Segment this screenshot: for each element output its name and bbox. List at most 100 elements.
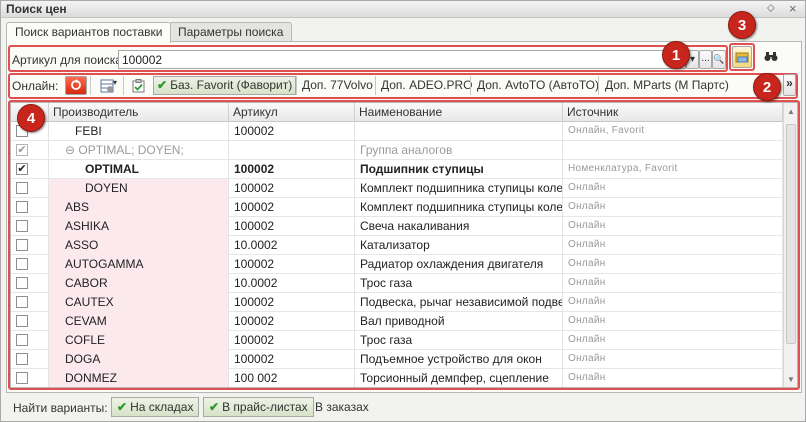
check-icon: ✔ (117, 400, 128, 414)
online-avtoto-label: Доп. AvtoTO (АвтоТО) (477, 78, 599, 92)
cell-article: 100002 (229, 198, 355, 217)
table-row[interactable]: ASSO 10.0002 Катализатор Онлайн (11, 236, 783, 255)
row-checkbox[interactable] (16, 296, 28, 308)
cell-name: Подъемное устройство для окон (355, 350, 563, 369)
table-row[interactable]: COFLE 100002 Трос газа Онлайн (11, 331, 783, 350)
cell-name (355, 122, 563, 141)
table-row[interactable]: DONMEZ 100 002 Торсионный демпфер, сцеплен… (11, 369, 783, 387)
table-row[interactable]: DOYEN 100002 Комплект подшипника ступицы к… (11, 179, 783, 198)
header-maker[interactable]: Производитель (49, 103, 229, 122)
tab-search-params[interactable]: Параметры поиска (169, 22, 293, 42)
table-row[interactable]: CABOR 10.0002 Трос газа Онлайн (11, 274, 783, 293)
grid-scrollbar[interactable]: ▲ ▼ (783, 103, 797, 387)
row-checkbox[interactable]: ✔ (16, 144, 28, 156)
cell-source: Онлайн (563, 179, 783, 198)
toolbar-overflow-button[interactable]: » (783, 74, 796, 96)
table-row[interactable]: FEBI 100002 Онлайн, Favorit (11, 122, 783, 141)
row-check-cell (11, 274, 49, 293)
find-variants-label: Найти варианты: (13, 401, 108, 415)
chevron-down-icon: ▾ (689, 54, 696, 65)
header-article[interactable]: Артикул (229, 103, 355, 122)
folder-icon (735, 52, 749, 63)
tab-supply-variants[interactable]: Поиск вариантов поставки (6, 22, 172, 43)
row-check-cell (11, 217, 49, 236)
table-row[interactable]: CAUTEX 100002 Подвеска, рычаг независимой … (11, 293, 783, 312)
pin-icon[interactable]: ⬦ (767, 2, 775, 15)
cell-source: Онлайн (563, 312, 783, 331)
row-checkbox[interactable] (16, 220, 28, 232)
header-name[interactable]: Наименование (355, 103, 563, 122)
cell-source: Онлайн (563, 293, 783, 312)
table-row[interactable]: DOGA 100002 Подъемное устройство для окон О… (11, 350, 783, 369)
scroll-up-icon[interactable]: ▲ (787, 107, 795, 116)
double-chevron-right-icon: » (786, 76, 793, 90)
online-label: Онлайн: (12, 79, 59, 93)
find-in-stock-button[interactable]: ✔ На складах (111, 397, 200, 417)
cell-maker: AUTOGAMMA (49, 255, 229, 274)
article-search-input[interactable]: 100002 (118, 50, 686, 69)
cell-article: 100002 (229, 160, 355, 179)
scroll-down-icon[interactable]: ▼ (787, 375, 795, 384)
cell-name: Торсионный демпфер, сцепление (355, 369, 563, 387)
row-checkbox[interactable] (16, 334, 28, 346)
row-check-cell (11, 293, 49, 312)
cell-article: 100002 (229, 255, 355, 274)
search-icon: 🔍 (713, 54, 725, 64)
row-check-cell (11, 198, 49, 217)
header-source[interactable]: Источник (563, 103, 783, 122)
row-checkbox[interactable] (16, 239, 28, 251)
row-checkbox[interactable]: ✔ (16, 163, 28, 175)
binoculars-button[interactable] (764, 51, 778, 65)
online-adeo-button[interactable]: Доп. ADEO.PRO (377, 76, 476, 95)
cell-article: 100002 (229, 217, 355, 236)
search-button[interactable]: 🔍 (712, 50, 726, 69)
article-search-value: 100002 (122, 53, 163, 67)
cell-source: Онлайн (563, 217, 783, 236)
online-mparts-label: Доп. MParts (М Партс) (605, 78, 729, 92)
catalog-button[interactable] (732, 46, 752, 68)
results-grid: Производитель Артикул Наименование Источ… (10, 102, 798, 388)
find-in-pricelists-label: В прайс-листах (222, 400, 308, 414)
search-more-button[interactable]: ... (699, 50, 712, 69)
callout-3: 3 (728, 11, 756, 39)
table-row[interactable]: AUTOGAMMA 100002 Радиатор охлаждения двига… (11, 255, 783, 274)
online-favorit-button[interactable]: ✔ Баз. Favorit (Фаворит) (153, 76, 297, 95)
callout-1: 1 (662, 41, 690, 69)
cell-source: Онлайн (563, 369, 783, 387)
settings-dropdown-button[interactable]: ▾ (94, 76, 120, 95)
table-row[interactable]: ✔ ⊖ OPTIMAL; DOYEN; Группа аналогов (11, 141, 783, 160)
scroll-thumb[interactable] (786, 124, 796, 344)
row-checkbox[interactable] (16, 258, 28, 270)
table-row[interactable]: ASHIKA 100002 Свеча накаливания Онлайн (11, 217, 783, 236)
row-checkbox[interactable] (16, 315, 28, 327)
row-checkbox[interactable] (16, 353, 28, 365)
online-mparts-button[interactable]: Доп. MParts (М Партс) (601, 76, 733, 95)
find-in-stock-label: На складах (130, 400, 194, 414)
table-row[interactable]: ✔ OPTIMAL 100002 Подшипник ступицы Номенклат… (11, 160, 783, 179)
cell-maker: COFLE (49, 331, 229, 350)
find-in-pricelists-button[interactable]: ✔ В прайс-листах (203, 397, 314, 417)
table-row[interactable]: CEVAM 100002 Вал приводной Онлайн (11, 312, 783, 331)
row-checkbox[interactable] (16, 277, 28, 289)
cell-name: Подвеска, рычаг независимой подве... (355, 293, 563, 312)
table-row[interactable]: ABS 100002 Комплект подшипника ступицы кол… (11, 198, 783, 217)
refresh-online-button[interactable] (65, 76, 87, 95)
close-icon[interactable]: × (789, 1, 797, 16)
online-avtoto-button[interactable]: Доп. AvtoTO (АвтоТО) (473, 76, 603, 95)
cell-name: Трос газа (355, 331, 563, 350)
cell-article: 10.0002 (229, 236, 355, 255)
row-checkbox[interactable] (16, 372, 28, 384)
ellipsis-icon: ... (701, 53, 710, 64)
find-in-orders-button[interactable]: В заказах (311, 397, 373, 417)
row-checkbox[interactable] (16, 201, 28, 213)
cell-name: Радиатор охлаждения двигателя (355, 255, 563, 274)
row-check-cell (11, 350, 49, 369)
cell-source: Онлайн (563, 350, 783, 369)
cell-source: Онлайн (563, 331, 783, 350)
cell-article: 100002 (229, 312, 355, 331)
clipboard-check-button[interactable] (128, 76, 148, 95)
search-label: Артикул для поиска: (12, 53, 126, 67)
row-checkbox[interactable] (16, 182, 28, 194)
online-77volvo-button[interactable]: Доп. 77Volvo (298, 76, 377, 95)
price-search-window: Поиск цен ⬦ × Поиск вариантов поставки П… (0, 0, 806, 422)
